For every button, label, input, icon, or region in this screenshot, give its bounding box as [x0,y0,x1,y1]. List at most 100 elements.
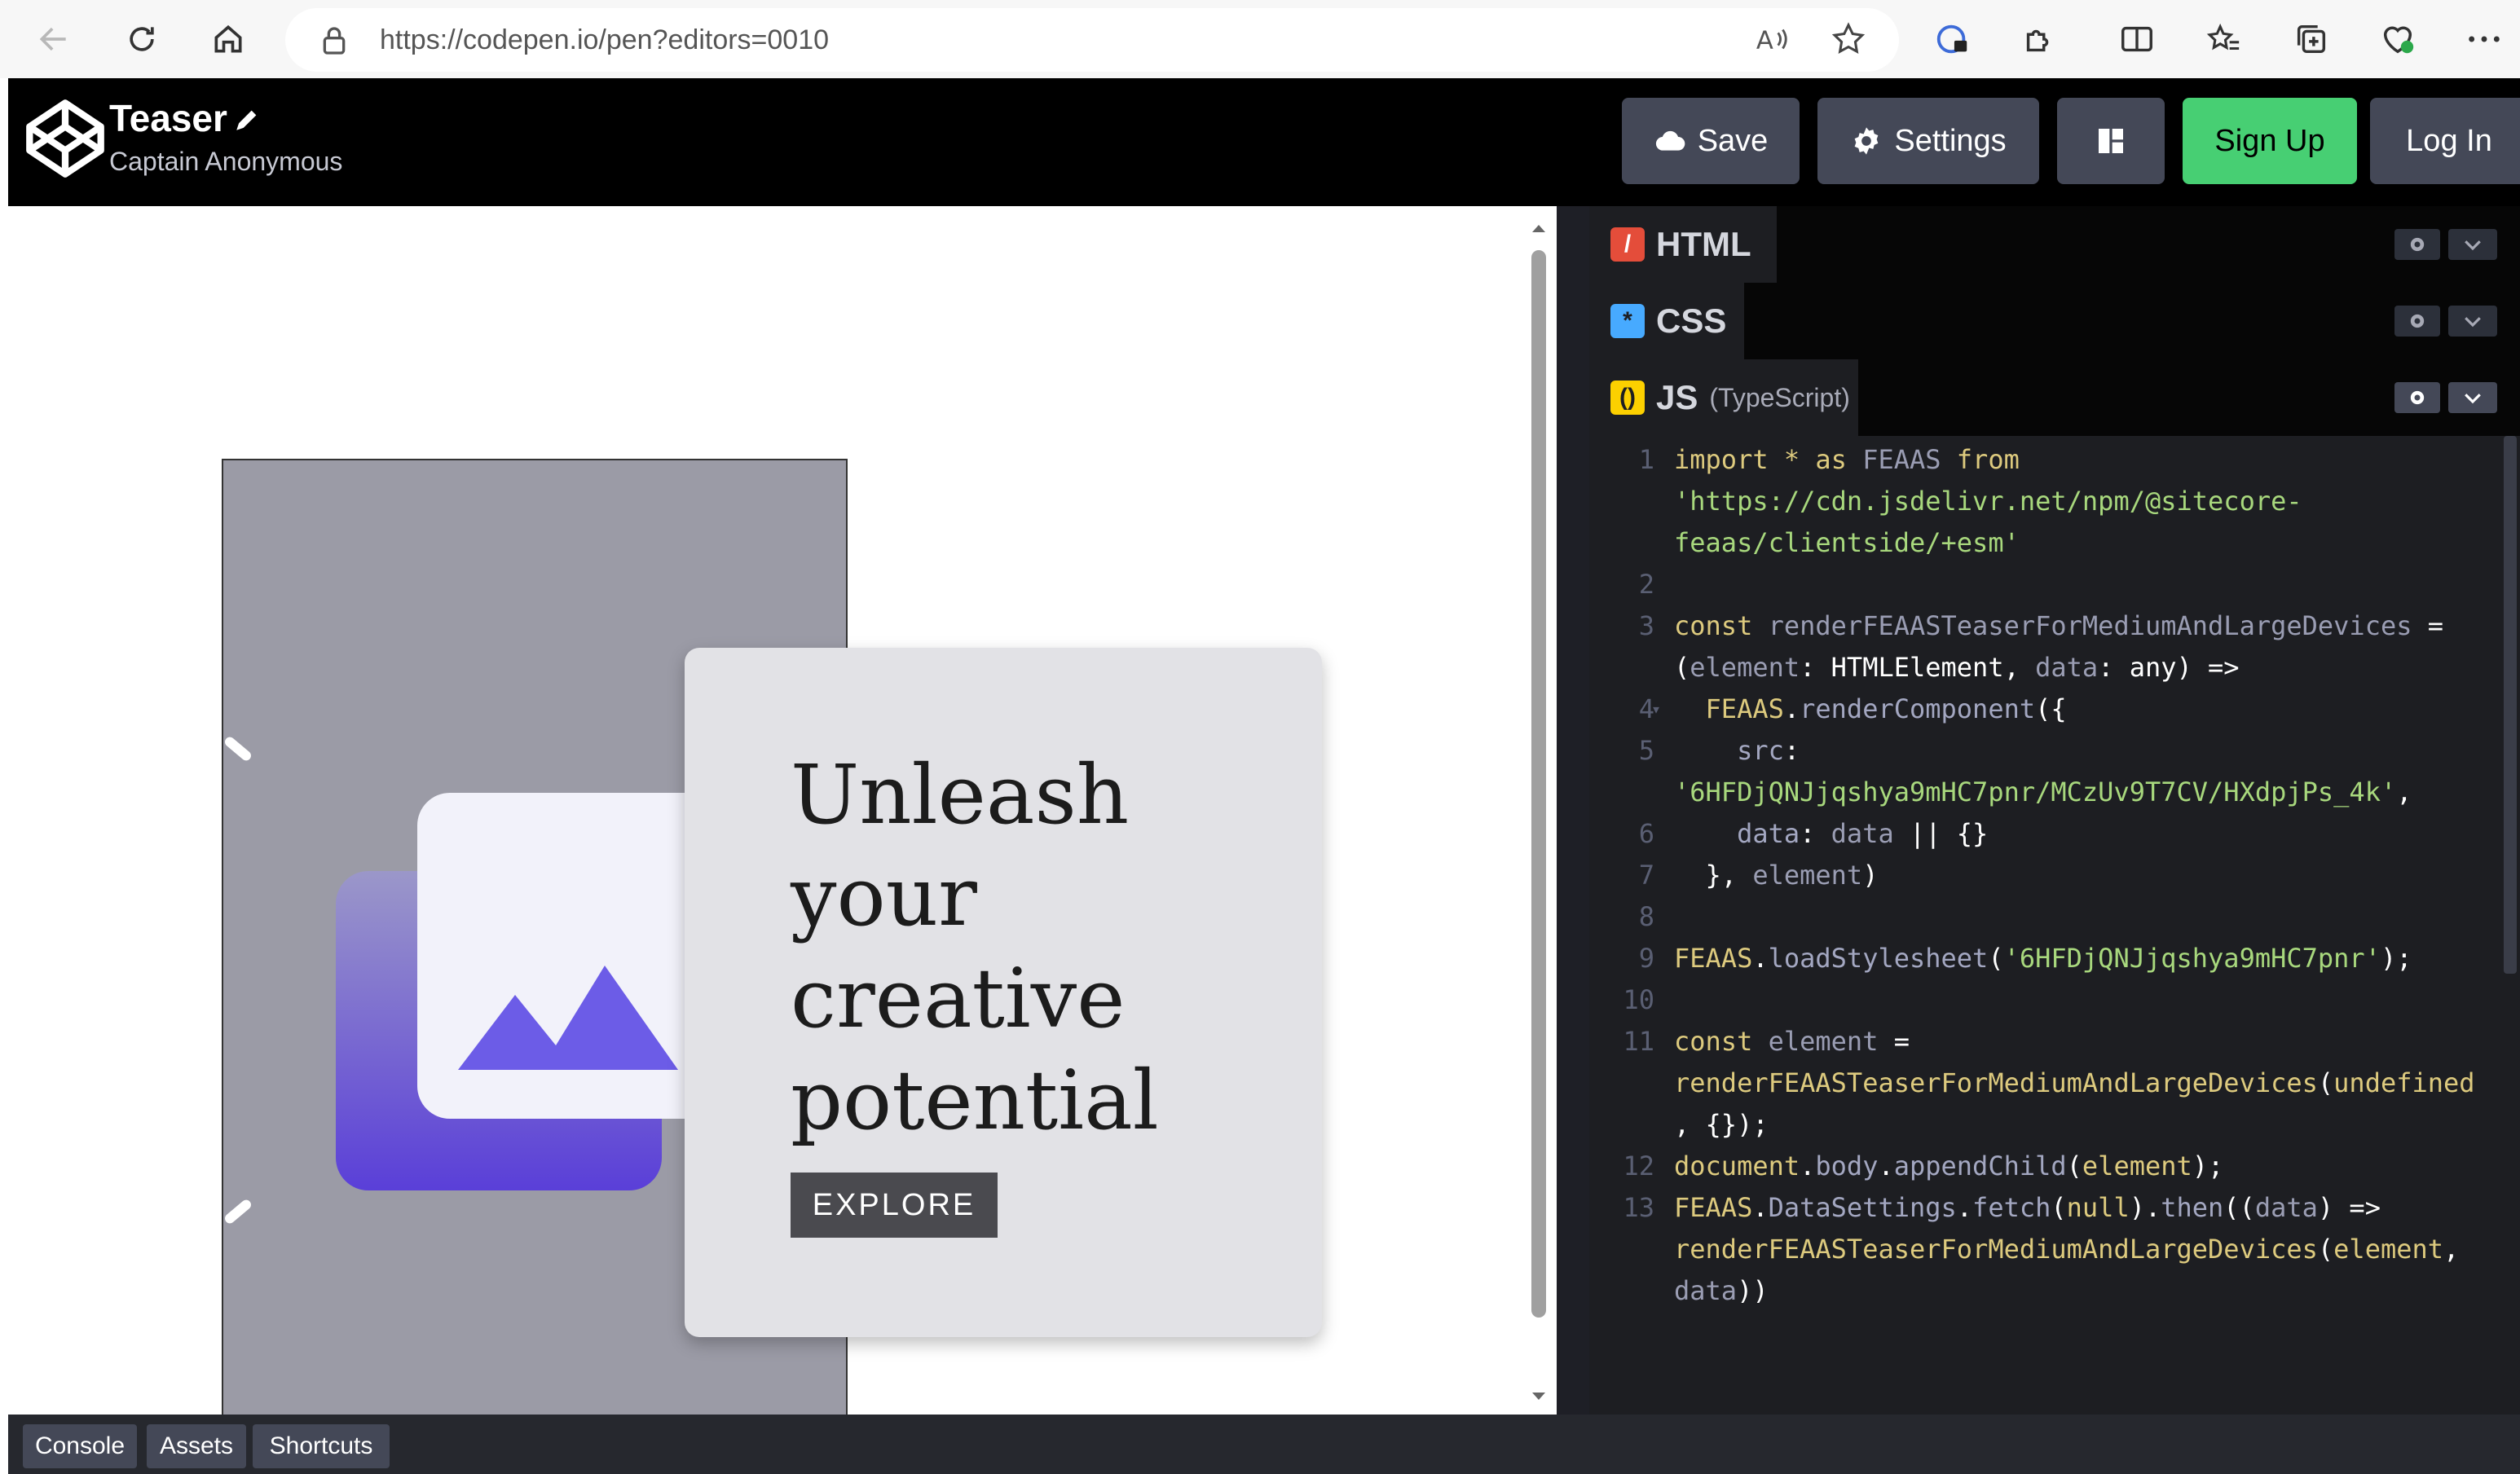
layout-icon [2099,129,2123,153]
line-number: 2 [1638,569,1654,600]
console-button[interactable]: Console [23,1424,137,1468]
log-in-button[interactable]: Log In [2370,98,2520,184]
favorites-icon[interactable] [2201,16,2246,62]
html-tab-label: HTML [1656,225,1751,263]
settings-button[interactable]: Settings [1817,98,2039,184]
code-text: const element = [1674,1026,1910,1057]
line-number: 3 [1638,610,1654,641]
fold-arrow-icon[interactable]: ▾ [1651,689,1661,730]
explore-button[interactable]: EXPLORE [791,1173,998,1238]
html-editor-bar[interactable]: / HTML [1589,206,2520,283]
css-chevron-down-icon[interactable] [2448,306,2497,337]
js-parens-icon: () [1610,381,1645,415]
css-asterisk-icon: * [1610,304,1645,338]
line-number: 1 [1638,444,1654,475]
gear-icon [1855,127,1879,155]
code-text: renderFEAASTeaserForMediumAndLargeDevice… [1674,1234,2460,1265]
settings-label: Settings [1894,123,2007,158]
code-scrollbar-thumb[interactable] [2504,436,2517,974]
home-icon[interactable] [204,15,253,64]
tab-html[interactable]: / HTML [1589,206,1777,283]
codepen-logo-icon[interactable] [23,96,108,181]
url-text[interactable]: https://codepen.io/pen?editors=0010 [380,24,829,56]
js-editor-bar[interactable]: () JS (TypeScript) [1589,359,2520,436]
password-manager-icon[interactable] [1930,16,1976,62]
line-number: 4 [1638,693,1654,724]
layout-button[interactable] [2057,98,2165,184]
browser-health-icon[interactable] [2375,16,2421,62]
css-tab-label: CSS [1656,301,1727,340]
line-number: 7 [1638,860,1654,891]
lock-icon[interactable] [318,24,350,57]
line-number: 10 [1623,984,1654,1015]
code-text: import * as FEAAS from [1674,444,2020,475]
log-in-label: Log In [2406,123,2492,158]
save-button[interactable]: Save [1622,98,1800,184]
heading-line: potential [791,1053,1159,1148]
svg-text:A: A [1756,27,1773,55]
more-menu-icon[interactable] [2461,16,2507,62]
code-text: , {}); [1674,1109,1769,1140]
split-screen-icon[interactable] [2114,16,2160,62]
cloud-icon [1655,130,1685,151]
extensions-icon[interactable] [2016,16,2062,62]
css-settings-gear-icon[interactable] [2394,306,2440,337]
teaser-heading: Unleash your creative potential [791,744,1247,1151]
heading-line: your [791,849,977,944]
html-settings-gear-icon[interactable] [2394,229,2440,260]
tab-js[interactable]: () JS (TypeScript) [1589,359,1858,436]
browser-toolbar: https://codepen.io/pen?editors=0010 A [0,0,2520,78]
line-number: 13 [1623,1192,1654,1223]
html-chevron-down-icon[interactable] [2448,229,2497,260]
scroll-up-arrow-icon[interactable] [1529,219,1549,239]
sign-up-label: Sign Up [2214,123,2325,158]
back-icon[interactable] [29,15,78,64]
code-text: feaas/clientside/+esm' [1674,527,2020,558]
scroll-down-arrow-icon[interactable] [1529,1386,1549,1406]
refresh-icon[interactable] [117,15,166,64]
tab-css[interactable]: * CSS [1589,283,1744,359]
codepen-header: Teaser Captain Anonymous Save Settings S… [8,78,2520,206]
code-text: src: [1737,735,1800,766]
heading-line: Unleash [791,747,1130,843]
code-text: data: data || {} [1737,818,1989,849]
line-number: 8 [1638,901,1654,932]
sign-up-button[interactable]: Sign Up [2183,98,2357,184]
code-text: FEAAS.loadStylesheet('6HFDjQNJjqshya9mHC… [1674,943,2412,974]
js-settings-gear-icon[interactable] [2394,382,2440,413]
code-text: }, element) [1674,860,1879,891]
editor-column: / HTML * CSS () JS (TypeScript) 1 import… [1589,206,2520,1415]
line-number: 9 [1638,943,1654,974]
code-text: const renderFEAASTeaserForMediumAndLarge… [1674,610,2444,641]
line-number: 12 [1623,1151,1654,1181]
line-number: 5 [1638,735,1654,766]
collections-icon[interactable] [2289,16,2334,62]
pencil-icon[interactable] [233,106,261,134]
code-text: (element: HTMLElement, data: any) => [1674,652,2240,683]
bottom-toolbar: Console Assets Shortcuts [8,1415,2520,1474]
address-bar[interactable]: https://codepen.io/pen?editors=0010 A [285,8,1899,72]
code-text: document.body.appendChild(element); [1674,1151,2224,1181]
html-slash-icon: / [1610,227,1645,262]
favorite-star-icon[interactable] [1826,16,1871,62]
code-text: FEAAS.renderComponent({ [1705,693,2067,724]
line-number: 11 [1623,1026,1654,1057]
js-code-editor[interactable]: 1 import * as FEAAS from 'https://cdn.js… [1589,436,2520,1415]
teaser-card: Unleash your creative potential EXPLORE [685,648,1322,1337]
line-number: 6 [1638,818,1654,849]
js-tab-label: JS [1656,378,1698,416]
css-editor-bar[interactable]: * CSS [1589,283,2520,359]
js-chevron-down-icon[interactable] [2448,382,2497,413]
pane-resize-divider[interactable] [1557,206,1589,1415]
code-text: renderFEAASTeaserForMediumAndLargeDevice… [1674,1067,2475,1098]
shortcuts-button[interactable]: Shortcuts [253,1424,390,1468]
pen-author[interactable]: Captain Anonymous [109,147,342,177]
save-label: Save [1697,123,1769,158]
code-text: '6HFDjQNJjqshya9mHC7pnr/MCzUv9T7CV/HXdpj… [1674,777,2412,807]
assets-button[interactable]: Assets [147,1424,246,1468]
read-aloud-icon[interactable]: A [1749,16,1795,62]
code-text: FEAAS.DataSettings.fetch(null).then((dat… [1674,1192,2381,1223]
pen-title[interactable]: Teaser [109,96,227,140]
preview-scrollbar-thumb[interactable] [1531,250,1546,1318]
preview-pane[interactable]: Unleash your creative potential EXPLORE [8,206,1557,1415]
